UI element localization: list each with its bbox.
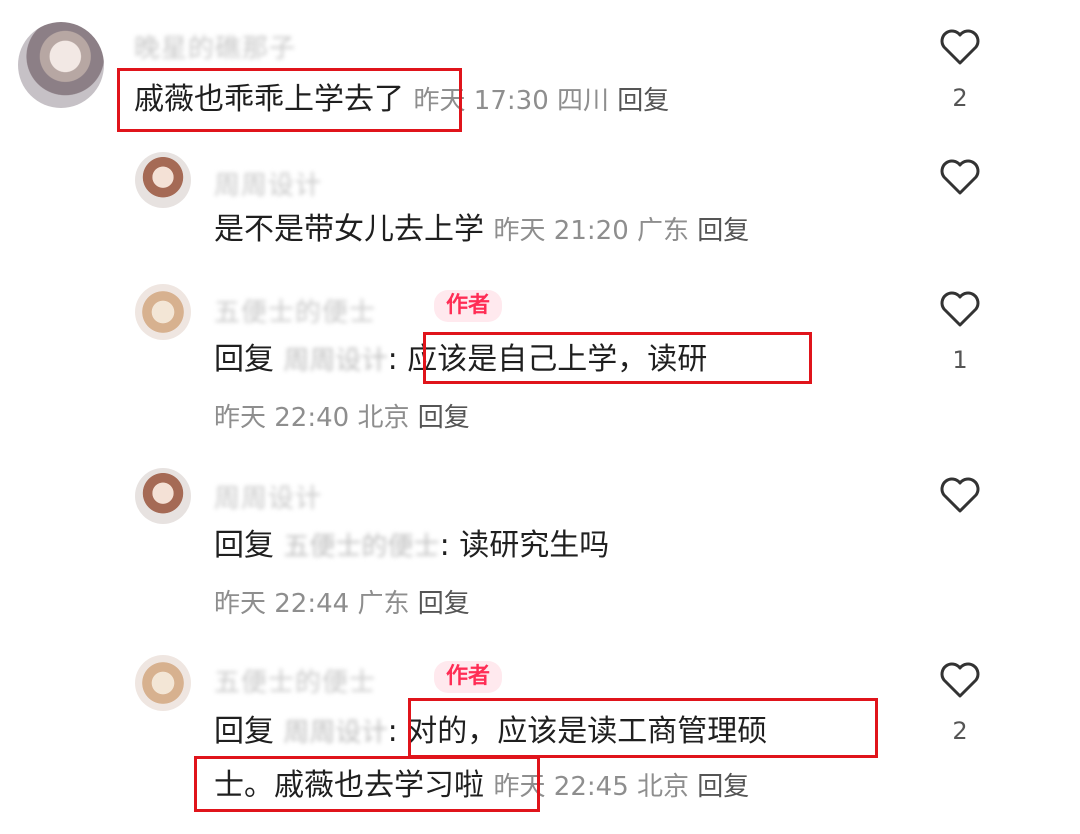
author-badge: 作者	[434, 290, 503, 322]
reply-link[interactable]: 回复	[617, 86, 669, 116]
heart-outline-icon[interactable]	[939, 476, 981, 514]
reply-prefix: 回复	[214, 528, 274, 563]
avatar[interactable]	[135, 655, 191, 711]
like-count: 2	[952, 84, 968, 112]
timestamp-location: 昨天 22:44 广东	[214, 589, 410, 619]
mention[interactable]: 周周设计	[284, 718, 388, 748]
comment-meta: 昨天 21:20 广东 回复	[494, 216, 750, 246]
timestamp-location: 昨天 21:20 广东	[493, 216, 690, 246]
author-badge: 作者	[434, 661, 503, 693]
comment-body: : 读研究生吗	[439, 528, 610, 563]
like-count: 1	[952, 346, 968, 374]
reply-prefix: 回复	[214, 342, 274, 377]
username[interactable]: 五便士的便士	[214, 662, 376, 699]
highlight-box	[423, 332, 812, 384]
heart-outline-icon[interactable]	[939, 290, 981, 328]
username[interactable]: 五便士的便士	[214, 292, 376, 329]
reply-link[interactable]: 回复	[697, 216, 749, 246]
heart-outline-icon[interactable]	[939, 28, 981, 66]
mention[interactable]: 五便士的便士	[284, 532, 440, 562]
timestamp-location: 昨天 22:40 北京	[214, 403, 410, 433]
mention[interactable]: 周周设计	[284, 346, 388, 376]
comment-body: 是不是带女儿去上学	[214, 212, 484, 247]
like-count: 2	[952, 717, 968, 745]
comment-meta: 昨天 22:40 北京 回复	[214, 398, 470, 438]
username[interactable]: 晚星的礁那子	[134, 28, 296, 65]
heart-outline-icon[interactable]	[939, 158, 981, 196]
username[interactable]: 周周设计	[214, 165, 322, 202]
avatar[interactable]	[135, 468, 191, 524]
reply-prefix: 回复	[214, 714, 274, 749]
reply-link[interactable]: 回复	[418, 589, 470, 619]
comment-text: 是不是带女儿去上学 昨天 21:20 广东 回复	[214, 210, 749, 251]
comment-meta: 昨天 22:44 广东 回复	[214, 584, 470, 624]
comment-text: 回复 五便士的便士: 读研究生吗	[214, 526, 609, 567]
heart-outline-icon[interactable]	[939, 661, 981, 699]
avatar[interactable]	[135, 284, 191, 340]
highlight-box	[194, 756, 540, 812]
avatar[interactable]	[135, 152, 191, 208]
reply-link[interactable]: 回复	[418, 403, 470, 433]
highlight-box	[117, 68, 462, 132]
highlight-box	[408, 698, 878, 758]
username[interactable]: 周周设计	[214, 478, 322, 515]
reply-link[interactable]: 回复	[697, 772, 749, 802]
avatar[interactable]	[18, 22, 104, 108]
